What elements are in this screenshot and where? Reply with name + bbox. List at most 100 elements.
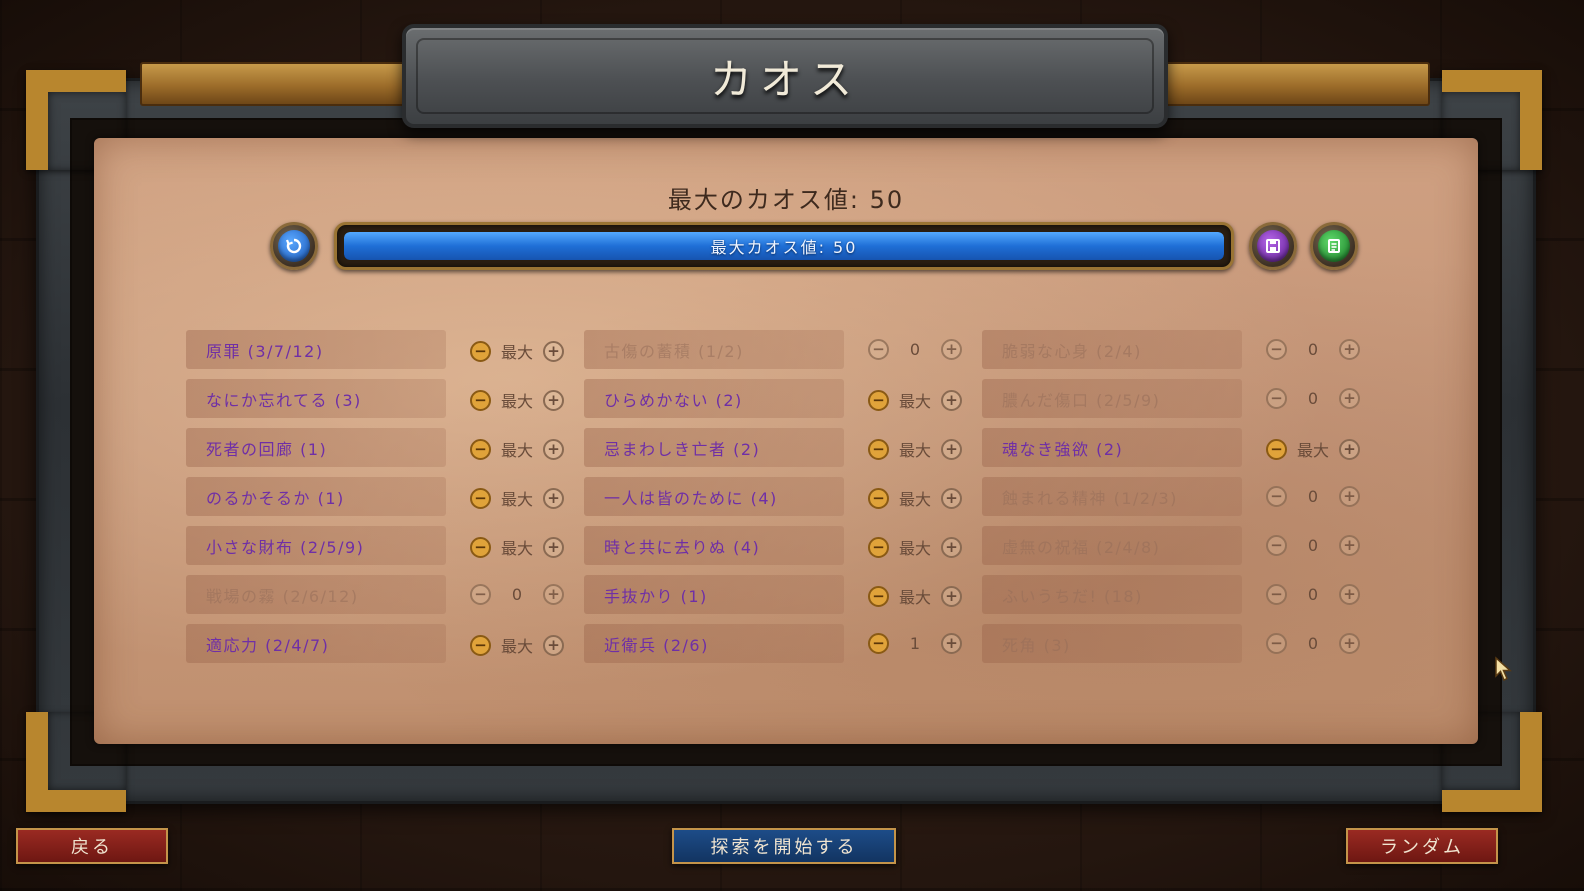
modifier-row: なにか忘れてる (3) − 最大 +: [186, 379, 564, 418]
modifier-row: 死角 (3) − 0 +: [982, 624, 1360, 663]
plus-icon[interactable]: +: [1339, 388, 1360, 409]
modifier-grid: 原罪 (3/7/12) − 最大 + 古傷の蓄積 (1/2) −0 + 脆弱な心身 (2/4)…: [186, 330, 1360, 663]
refresh-icon: [278, 230, 310, 262]
modifier-stepper: − 最大 +: [470, 633, 564, 657]
modifier-row: 蝕まれる精神 (1/2/3) − 0 +: [982, 477, 1360, 516]
modifier-label[interactable]: 時と共に去りぬ (4): [584, 526, 844, 565]
plus-icon[interactable]: +: [941, 536, 962, 558]
plus-icon[interactable]: +: [1339, 584, 1360, 605]
plus-icon[interactable]: +: [941, 389, 962, 411]
minus-icon[interactable]: −: [868, 389, 889, 411]
modifier-stepper: − 最大 +: [868, 388, 962, 412]
plus-icon[interactable]: +: [543, 536, 564, 558]
plus-icon[interactable]: +: [1339, 633, 1360, 654]
plus-icon[interactable]: +: [1339, 535, 1360, 556]
plus-icon[interactable]: +: [543, 584, 564, 605]
modifier-stepper: − 最大 +: [868, 486, 962, 510]
plus-icon[interactable]: +: [1339, 438, 1360, 460]
minus-icon[interactable]: −: [470, 536, 491, 558]
modifier-label[interactable]: 魂なき強欲 (2): [982, 428, 1242, 467]
modifier-label[interactable]: 適応力 (2/4/7): [186, 624, 446, 663]
minus-icon[interactable]: −: [470, 634, 491, 656]
plus-icon[interactable]: +: [543, 389, 564, 411]
modifier-label[interactable]: 原罪 (3/7/12): [186, 330, 446, 369]
modifier-row: 脆弱な心身 (2/4) − 0 +: [982, 330, 1360, 369]
modifier-label[interactable]: 忌まわしき亡者 (2): [584, 428, 844, 467]
modifier-label[interactable]: 蝕まれる精神 (1/2/3): [982, 477, 1242, 516]
minus-icon[interactable]: −: [868, 585, 889, 607]
modifier-value: 最大: [500, 441, 533, 460]
progress-track: 最大カオス値: 50: [344, 232, 1224, 260]
load-preset-button[interactable]: [1310, 222, 1358, 270]
modifier-stepper: − 最大 +: [470, 486, 564, 510]
minus-icon[interactable]: −: [868, 633, 889, 654]
plus-icon[interactable]: +: [941, 339, 962, 360]
plus-icon[interactable]: +: [941, 438, 962, 460]
minus-icon[interactable]: −: [868, 438, 889, 460]
plus-icon[interactable]: +: [543, 634, 564, 656]
modifier-stepper: − 最大 +: [1266, 437, 1360, 461]
reset-button[interactable]: [270, 222, 318, 270]
modifier-label[interactable]: ひらめかない (2): [584, 379, 844, 418]
modifier-label[interactable]: 死角 (3): [982, 624, 1242, 663]
modifier-label[interactable]: ふいうちだ! (18): [982, 575, 1242, 614]
minus-icon[interactable]: −: [868, 536, 889, 558]
modifier-label[interactable]: 一人は皆のために (4): [584, 477, 844, 516]
top-left-beam: [140, 62, 410, 106]
modifier-label[interactable]: 死者の回廊 (1): [186, 428, 446, 467]
random-button[interactable]: ランダム: [1346, 828, 1498, 864]
modifier-label[interactable]: 近衛兵 (2/6): [584, 624, 844, 663]
modifier-label[interactable]: 小さな財布 (2/5/9): [186, 526, 446, 565]
minus-icon[interactable]: −: [1266, 535, 1287, 556]
minus-icon[interactable]: −: [1266, 633, 1287, 654]
modifier-value: 最大: [500, 539, 533, 558]
modifier-label[interactable]: 膿んだ傷口 (2/5/9): [982, 379, 1242, 418]
modifier-stepper: − 最大 +: [868, 535, 962, 559]
minus-icon[interactable]: −: [1266, 584, 1287, 605]
minus-icon[interactable]: −: [470, 584, 491, 605]
plus-icon[interactable]: +: [543, 340, 564, 362]
modifier-label[interactable]: 古傷の蓄積 (1/2): [584, 330, 844, 369]
minus-icon[interactable]: −: [1266, 339, 1287, 360]
plus-icon[interactable]: +: [1339, 486, 1360, 507]
modifier-value: 0: [1307, 487, 1319, 506]
minus-icon[interactable]: −: [1266, 438, 1287, 460]
modifier-row: 死者の回廊 (1) − 最大 +: [186, 428, 564, 467]
minus-icon[interactable]: −: [470, 389, 491, 411]
minus-icon[interactable]: −: [470, 340, 491, 362]
minus-icon[interactable]: −: [1266, 388, 1287, 409]
modifier-row: 時と共に去りぬ (4) − 最大 +: [584, 526, 962, 565]
back-button[interactable]: 戻る: [16, 828, 168, 864]
plus-icon[interactable]: +: [543, 487, 564, 509]
modifier-label[interactable]: 虚無の祝福 (2/4/8): [982, 526, 1242, 565]
plus-icon[interactable]: +: [941, 585, 962, 607]
save-preset-button[interactable]: [1249, 222, 1297, 270]
plus-icon[interactable]: +: [1339, 339, 1360, 360]
modifier-label[interactable]: なにか忘れてる (3): [186, 379, 446, 418]
plus-icon[interactable]: +: [941, 633, 962, 654]
modifier-value: 最大: [500, 490, 533, 509]
page-title: カオス: [709, 54, 860, 104]
modifier-label[interactable]: 脆弱な心身 (2/4): [982, 330, 1242, 369]
start-expedition-button[interactable]: 探索を開始する: [672, 828, 896, 864]
plus-icon[interactable]: +: [543, 438, 564, 460]
minus-icon[interactable]: −: [470, 438, 491, 460]
max-chaos-heading: 最大のカオス値: 50: [667, 186, 905, 214]
modifier-value: 0: [511, 585, 523, 604]
modifier-label[interactable]: 手抜かり (1): [584, 575, 844, 614]
minus-icon[interactable]: −: [868, 339, 889, 360]
plus-icon[interactable]: +: [941, 487, 962, 509]
modifier-label[interactable]: 戦場の霧 (2/6/12): [186, 575, 446, 614]
modifier-stepper: − 0 +: [1266, 584, 1360, 605]
minus-icon[interactable]: −: [470, 487, 491, 509]
minus-icon[interactable]: −: [868, 487, 889, 509]
modifier-label[interactable]: のるかそるか (1): [186, 477, 446, 516]
modifier-row: 適応力 (2/4/7) − 最大 +: [186, 624, 564, 663]
modifier-row: 一人は皆のために (4) − 最大 +: [584, 477, 962, 516]
chaos-progress-bar: 最大カオス値: 50: [334, 222, 1234, 270]
modifier-stepper: − 最大 +: [470, 437, 564, 461]
minus-icon[interactable]: −: [1266, 486, 1287, 507]
modifier-value: 最大: [898, 490, 931, 509]
mouse-cursor-icon: [1495, 656, 1512, 682]
modifier-row: 原罪 (3/7/12) − 最大 +: [186, 330, 564, 369]
